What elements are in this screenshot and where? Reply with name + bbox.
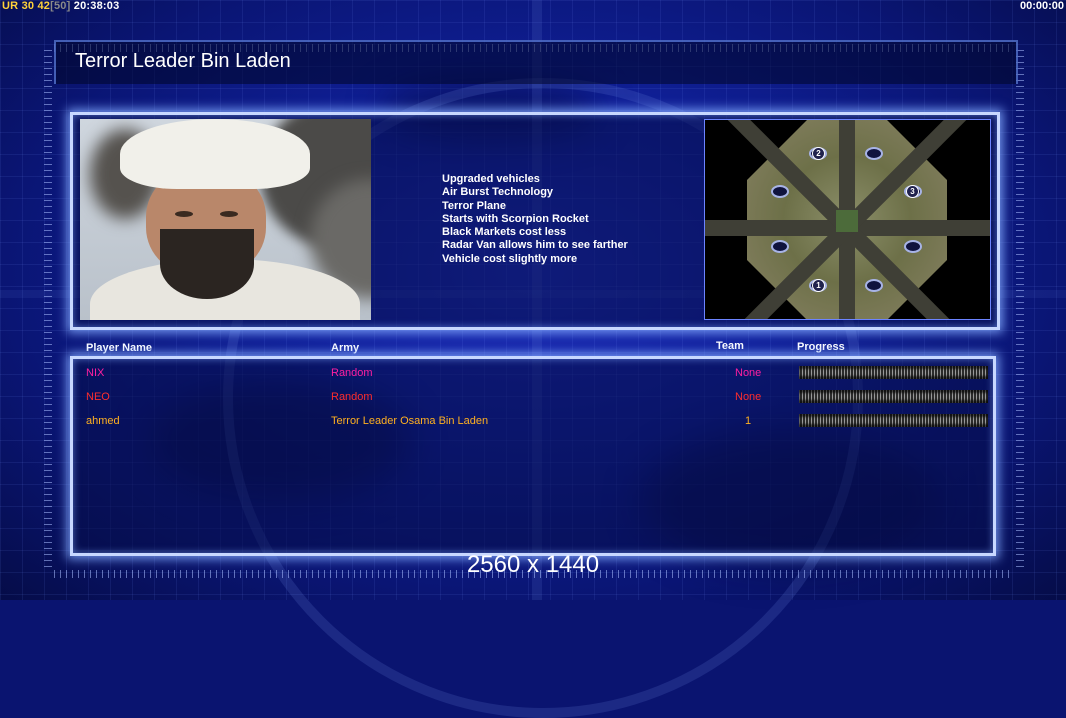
- map-road: [847, 220, 990, 236]
- portrait-turban: [120, 119, 310, 189]
- page-title: Terror Leader Bin Laden: [75, 50, 291, 72]
- player-army: Random: [331, 391, 373, 403]
- portrait-eye: [175, 211, 193, 217]
- player-name: NIX: [86, 367, 105, 379]
- feature-item: Terror Plane: [442, 199, 506, 212]
- map-preview: 2 3 1: [704, 119, 991, 320]
- ur-value: 30: [21, 0, 35, 12]
- feature-item: Vehicle cost slightly more: [442, 252, 578, 265]
- map-base-slot: [771, 240, 789, 253]
- header-team: Team: [716, 340, 744, 352]
- players-panel: [70, 356, 996, 556]
- clock: 20:38:03: [73, 0, 120, 12]
- header-player-name: Player Name: [86, 342, 153, 354]
- player-army: Terror Leader Osama Bin Laden: [331, 415, 489, 427]
- start-position-3[interactable]: 3: [906, 185, 919, 198]
- progress-bar: [799, 390, 988, 403]
- start-position-2[interactable]: 2: [812, 147, 825, 160]
- player-team: None: [735, 367, 762, 379]
- header-progress: Progress: [797, 341, 845, 353]
- player-name: ahmed: [86, 415, 120, 427]
- resolution-label: 2560 x 1440: [466, 551, 600, 578]
- progress-bar: [799, 414, 988, 427]
- progress-bar: [799, 366, 988, 379]
- map-base-slot: [865, 279, 883, 292]
- map-road: [705, 220, 847, 236]
- fps-limit: [50]: [50, 0, 71, 12]
- fps-counter: UR 30 42[50] 20:38:03: [2, 0, 119, 12]
- player-team: None: [735, 391, 762, 403]
- feature-item: Radar Van allows him to see farther: [442, 239, 628, 252]
- game-timer: 00:00:00: [1019, 0, 1064, 12]
- general-features-list: Upgraded vehicles Air Burst Technology T…: [442, 173, 628, 266]
- map-base-slot: [865, 147, 883, 160]
- frame-ticks-left: [44, 50, 52, 570]
- map-base-slot: [904, 240, 922, 253]
- general-portrait: [80, 119, 371, 320]
- frame-ticks-right: [1016, 50, 1024, 570]
- map-base-slot: [771, 185, 789, 198]
- feature-item: Upgraded vehicles: [442, 173, 540, 185]
- map-center: [836, 210, 858, 232]
- start-position-1[interactable]: 1: [812, 279, 825, 292]
- portrait-eye: [220, 211, 238, 217]
- feature-item: Starts with Scorpion Rocket: [442, 212, 589, 225]
- player-name: NEO: [86, 391, 110, 403]
- header-army: Army: [331, 342, 360, 354]
- feature-item: Black Markets cost less: [442, 226, 567, 239]
- player-army: Random: [331, 367, 373, 379]
- ur-label: UR: [2, 0, 19, 12]
- player-team: 1: [745, 415, 752, 427]
- feature-item: Air Burst Technology: [442, 186, 554, 199]
- fps-value: 42: [37, 0, 51, 12]
- portrait-beard: [160, 229, 254, 299]
